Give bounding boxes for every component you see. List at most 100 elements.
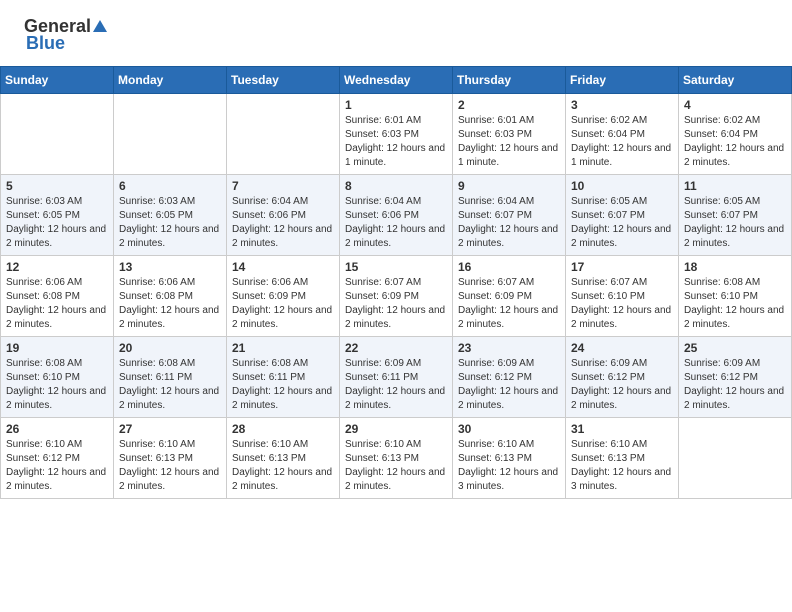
calendar-cell: 20 Sunrise: 6:08 AM Sunset: 6:11 PM Dayli… (114, 337, 227, 418)
day-info: Sunrise: 6:06 AM Sunset: 6:09 PM Dayligh… (232, 276, 334, 332)
calendar-cell: 22 Sunrise: 6:09 AM Sunset: 6:11 PM Dayli… (340, 337, 453, 418)
day-info: Sunrise: 6:04 AM Sunset: 6:07 PM Dayligh… (458, 195, 560, 251)
day-number: 9 (458, 179, 560, 193)
weekday-header: Tuesday (227, 67, 340, 94)
page-header: General Blue (0, 0, 792, 58)
calendar-cell: 2 Sunrise: 6:01 AM Sunset: 6:03 PM Daylig… (453, 94, 566, 175)
day-info: Sunrise: 6:10 AM Sunset: 6:12 PM Dayligh… (6, 438, 108, 494)
calendar-cell (227, 94, 340, 175)
day-info: Sunrise: 6:08 AM Sunset: 6:11 PM Dayligh… (232, 357, 334, 413)
day-number: 19 (6, 341, 108, 355)
day-number: 11 (684, 179, 786, 193)
day-info: Sunrise: 6:03 AM Sunset: 6:05 PM Dayligh… (6, 195, 108, 251)
calendar-cell: 5 Sunrise: 6:03 AM Sunset: 6:05 PM Daylig… (1, 175, 114, 256)
day-info: Sunrise: 6:10 AM Sunset: 6:13 PM Dayligh… (571, 438, 673, 494)
calendar-header: SundayMondayTuesdayWednesdayThursdayFrid… (1, 67, 792, 94)
calendar-cell (114, 94, 227, 175)
day-number: 8 (345, 179, 447, 193)
calendar-table: SundayMondayTuesdayWednesdayThursdayFrid… (0, 66, 792, 499)
calendar-cell: 3 Sunrise: 6:02 AM Sunset: 6:04 PM Daylig… (566, 94, 679, 175)
day-info: Sunrise: 6:01 AM Sunset: 6:03 PM Dayligh… (345, 114, 447, 170)
day-number: 30 (458, 422, 560, 436)
day-info: Sunrise: 6:05 AM Sunset: 6:07 PM Dayligh… (571, 195, 673, 251)
day-number: 3 (571, 98, 673, 112)
day-info: Sunrise: 6:10 AM Sunset: 6:13 PM Dayligh… (232, 438, 334, 494)
day-number: 14 (232, 260, 334, 274)
day-info: Sunrise: 6:09 AM Sunset: 6:12 PM Dayligh… (458, 357, 560, 413)
day-info: Sunrise: 6:06 AM Sunset: 6:08 PM Dayligh… (6, 276, 108, 332)
calendar-cell: 29Sunrise: 6:10 AM Sunset: 6:13 PM Dayli… (340, 418, 453, 499)
calendar-cell: 24 Sunrise: 6:09 AM Sunset: 6:12 PM Dayli… (566, 337, 679, 418)
calendar-cell: 17 Sunrise: 6:07 AM Sunset: 6:10 PM Dayli… (566, 256, 679, 337)
calendar-cell: 26 Sunrise: 6:10 AM Sunset: 6:12 PM Dayli… (1, 418, 114, 499)
weekday-header: Wednesday (340, 67, 453, 94)
weekday-header: Thursday (453, 67, 566, 94)
day-number: 7 (232, 179, 334, 193)
logo-blue: Blue (24, 33, 65, 54)
calendar-cell: 1 Sunrise: 6:01 AM Sunset: 6:03 PM Daylig… (340, 94, 453, 175)
day-number: 24 (571, 341, 673, 355)
day-number: 10 (571, 179, 673, 193)
calendar-cell: 28 Sunrise: 6:10 AM Sunset: 6:13 PM Dayli… (227, 418, 340, 499)
calendar-cell: 27 Sunrise: 6:10 AM Sunset: 6:13 PM Dayli… (114, 418, 227, 499)
logo-triangle-icon (93, 20, 107, 32)
calendar-cell: 23Sunrise: 6:09 AM Sunset: 6:12 PM Dayli… (453, 337, 566, 418)
calendar-cell: 14 Sunrise: 6:06 AM Sunset: 6:09 PM Dayli… (227, 256, 340, 337)
day-info: Sunrise: 6:10 AM Sunset: 6:13 PM Dayligh… (458, 438, 560, 494)
day-info: Sunrise: 6:08 AM Sunset: 6:10 PM Dayligh… (6, 357, 108, 413)
day-info: Sunrise: 6:03 AM Sunset: 6:05 PM Dayligh… (119, 195, 221, 251)
calendar-cell: 6 Sunrise: 6:03 AM Sunset: 6:05 PM Daylig… (114, 175, 227, 256)
day-info: Sunrise: 6:04 AM Sunset: 6:06 PM Dayligh… (345, 195, 447, 251)
calendar-cell: 18 Sunrise: 6:08 AM Sunset: 6:10 PM Dayli… (679, 256, 792, 337)
day-number: 26 (6, 422, 108, 436)
day-info: Sunrise: 6:10 AM Sunset: 6:13 PM Dayligh… (119, 438, 221, 494)
day-info: Sunrise: 6:08 AM Sunset: 6:11 PM Dayligh… (119, 357, 221, 413)
calendar-cell: 16 Sunrise: 6:07 AM Sunset: 6:09 PM Dayli… (453, 256, 566, 337)
day-info: Sunrise: 6:07 AM Sunset: 6:10 PM Dayligh… (571, 276, 673, 332)
day-number: 1 (345, 98, 447, 112)
day-number: 16 (458, 260, 560, 274)
day-info: Sunrise: 6:02 AM Sunset: 6:04 PM Dayligh… (571, 114, 673, 170)
day-info: Sunrise: 6:04 AM Sunset: 6:06 PM Dayligh… (232, 195, 334, 251)
logo: General Blue (24, 16, 109, 54)
day-info: Sunrise: 6:09 AM Sunset: 6:11 PM Dayligh… (345, 357, 447, 413)
calendar-cell: 7 Sunrise: 6:04 AM Sunset: 6:06 PM Daylig… (227, 175, 340, 256)
day-info: Sunrise: 6:07 AM Sunset: 6:09 PM Dayligh… (345, 276, 447, 332)
day-info: Sunrise: 6:01 AM Sunset: 6:03 PM Dayligh… (458, 114, 560, 170)
day-info: Sunrise: 6:09 AM Sunset: 6:12 PM Dayligh… (571, 357, 673, 413)
day-info: Sunrise: 6:08 AM Sunset: 6:10 PM Dayligh… (684, 276, 786, 332)
day-info: Sunrise: 6:06 AM Sunset: 6:08 PM Dayligh… (119, 276, 221, 332)
calendar-cell: 12Sunrise: 6:06 AM Sunset: 6:08 PM Dayli… (1, 256, 114, 337)
day-number: 4 (684, 98, 786, 112)
day-info: Sunrise: 6:02 AM Sunset: 6:04 PM Dayligh… (684, 114, 786, 170)
day-number: 25 (684, 341, 786, 355)
day-number: 17 (571, 260, 673, 274)
weekday-header: Friday (566, 67, 679, 94)
weekday-header: Saturday (679, 67, 792, 94)
day-info: Sunrise: 6:10 AM Sunset: 6:13 PM Dayligh… (345, 438, 447, 494)
day-number: 5 (6, 179, 108, 193)
calendar-cell: 31Sunrise: 6:10 AM Sunset: 6:13 PM Dayli… (566, 418, 679, 499)
day-number: 2 (458, 98, 560, 112)
calendar-cell: 4 Sunrise: 6:02 AM Sunset: 6:04 PM Daylig… (679, 94, 792, 175)
weekday-header: Monday (114, 67, 227, 94)
day-info: Sunrise: 6:07 AM Sunset: 6:09 PM Dayligh… (458, 276, 560, 332)
day-number: 15 (345, 260, 447, 274)
calendar-cell: 19 Sunrise: 6:08 AM Sunset: 6:10 PM Dayli… (1, 337, 114, 418)
day-number: 13 (119, 260, 221, 274)
day-number: 20 (119, 341, 221, 355)
calendar-cell: 13 Sunrise: 6:06 AM Sunset: 6:08 PM Dayli… (114, 256, 227, 337)
calendar-cell (1, 94, 114, 175)
weekday-header: Sunday (1, 67, 114, 94)
day-number: 22 (345, 341, 447, 355)
calendar-cell: 10 Sunrise: 6:05 AM Sunset: 6:07 PM Dayli… (566, 175, 679, 256)
calendar-cell: 25Sunrise: 6:09 AM Sunset: 6:12 PM Dayli… (679, 337, 792, 418)
day-number: 6 (119, 179, 221, 193)
calendar-cell: 9 Sunrise: 6:04 AM Sunset: 6:07 PM Daylig… (453, 175, 566, 256)
calendar-cell (679, 418, 792, 499)
day-number: 28 (232, 422, 334, 436)
day-number: 18 (684, 260, 786, 274)
calendar-cell: 15 Sunrise: 6:07 AM Sunset: 6:09 PM Dayli… (340, 256, 453, 337)
day-number: 27 (119, 422, 221, 436)
day-number: 21 (232, 341, 334, 355)
